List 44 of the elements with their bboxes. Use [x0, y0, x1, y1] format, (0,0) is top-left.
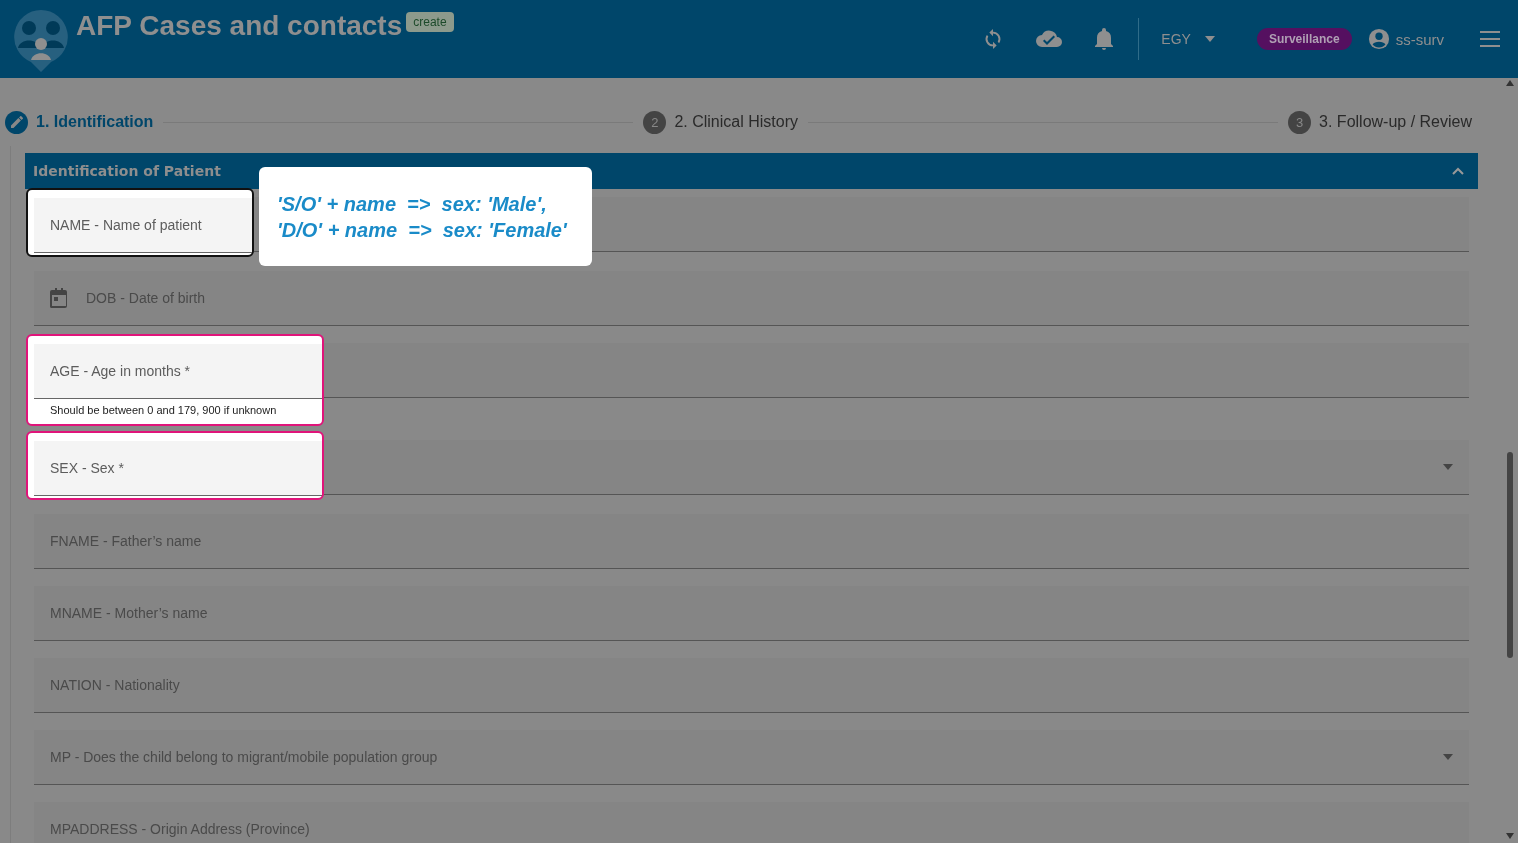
input-field[interactable]: MPADDRESS - Origin Address (Province): [34, 802, 1469, 843]
mode-badge: create: [406, 12, 454, 32]
logo-icon: [12, 8, 70, 74]
hint-text: 'S/O' + name => sex: 'Male',: [277, 191, 548, 217]
caret-icon: [1204, 36, 1215, 42]
date-field[interactable]: DOB - Date of birth: [34, 271, 1469, 326]
input-field[interactable]: [324, 343, 1469, 398]
field-label: MNAME - Mother’s name: [50, 605, 209, 621]
stepper-step[interactable]: 3 3. Follow-up / Review: [1288, 110, 1472, 134]
step-number: 2: [643, 110, 667, 134]
field-label: NAME - Name of patient: [50, 217, 203, 233]
pencil-icon: [5, 110, 28, 134]
chevron-icon: [1452, 167, 1464, 175]
calendar-icon: [50, 288, 68, 308]
field-label: SEX - Sex *: [50, 460, 125, 476]
field-label: AGE - Age in months *: [50, 363, 192, 379]
hint-text: 'D/O' + name => sex: 'Female': [277, 217, 569, 243]
input-field[interactable]: NAME - Name of patient: [34, 198, 252, 253]
caret-icon: [1443, 464, 1453, 470]
select-field[interactable]: MP - Does the child belong to migrant/mobile population group: [34, 730, 1469, 785]
field-label: NATION - Nationality: [50, 677, 181, 693]
step-number: 3: [1288, 110, 1312, 134]
input-field[interactable]: AGE - Age in months *: [34, 344, 322, 399]
bell-icon[interactable]: [1094, 28, 1115, 50]
input-field[interactable]: NATION - Nationality: [34, 658, 1469, 713]
field-label: MP - Does the child belong to migrant/mobile population group: [50, 749, 439, 765]
account-icon: [1367, 28, 1390, 50]
menu-icon[interactable]: [1480, 31, 1500, 47]
helper-text: Should be between 0 and 179, 900 if unknown: [49, 403, 278, 418]
cloud-check-icon[interactable]: [1036, 29, 1063, 49]
stepper-step[interactable]: 1. Identification: [5, 110, 154, 134]
input-field[interactable]: MNAME - Mother’s name: [34, 586, 1469, 641]
field-label: MPADDRESS - Origin Address (Province): [50, 821, 311, 837]
caret-icon: [1443, 754, 1453, 760]
input-field[interactable]: FNAME - Father’s name: [34, 514, 1469, 569]
country-dropdown[interactable]: EGY: [1155, 30, 1221, 48]
field-label: FNAME - Father’s name: [50, 533, 203, 549]
role-badge: Surveillance: [1256, 28, 1352, 50]
select-field[interactable]: [324, 440, 1469, 495]
app-title: AFP Cases and contacts: [76, 10, 403, 42]
user-menu[interactable]: ss-surv: [1361, 27, 1450, 51]
input-field[interactable]: SEX - Sex *: [34, 441, 322, 496]
stepper-step[interactable]: 2 2. Clinical History: [643, 110, 798, 134]
field-label: DOB - Date of birth: [86, 290, 207, 306]
